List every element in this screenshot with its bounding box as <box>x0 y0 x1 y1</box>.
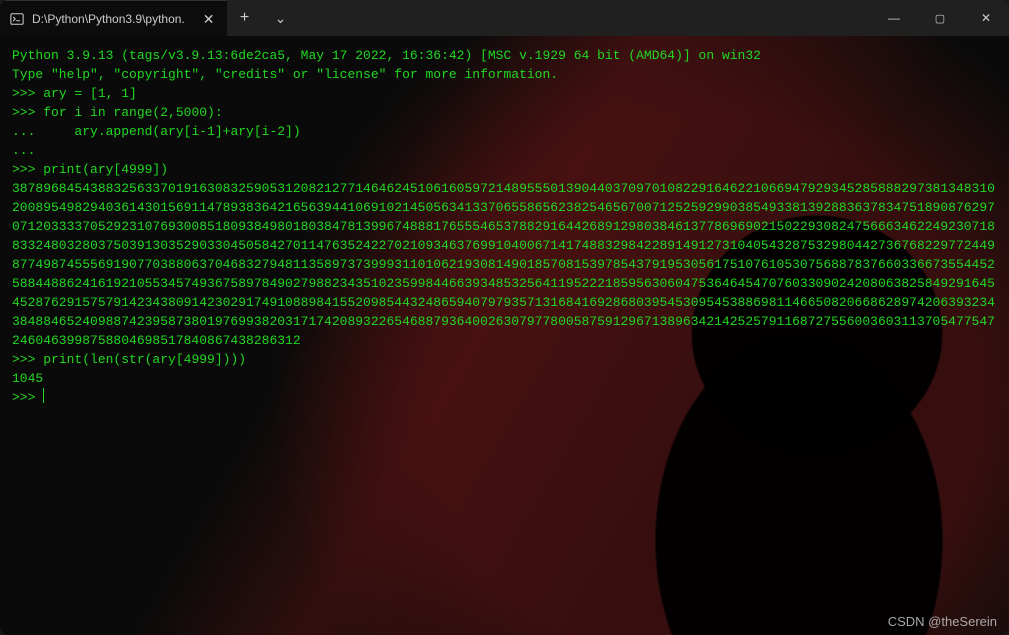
prompt: >>> <box>12 352 43 367</box>
minimize-button[interactable]: — <box>871 0 917 36</box>
new-tab-button[interactable]: + <box>227 0 263 36</box>
repl-input: print(len(str(ary[4999]))) <box>43 352 246 367</box>
repl-input: print(ary[4999]) <box>43 162 168 177</box>
titlebar-drag-region[interactable] <box>299 0 872 36</box>
close-icon: ✕ <box>981 11 991 25</box>
repl-input: ary = [1, 1] <box>43 86 137 101</box>
tab-active[interactable]: D:\Python\Python3.9\python. ✕ <box>0 0 227 36</box>
prompt-continuation: ... <box>12 143 43 158</box>
prompt: >>> <box>12 105 43 120</box>
titlebar: D:\Python\Python3.9\python. ✕ + ⌄ — ▢ ✕ <box>0 0 1009 36</box>
terminal-window: D:\Python\Python3.9\python. ✕ + ⌄ — ▢ ✕ … <box>0 0 1009 635</box>
maximize-icon: ▢ <box>935 12 945 25</box>
terminal-body: Python 3.9.13 (tags/v3.9.13:6de2ca5, May… <box>0 36 1009 635</box>
tab-close-button[interactable]: ✕ <box>201 10 217 28</box>
repl-output: 1045 <box>12 371 43 386</box>
tab-title: D:\Python\Python3.9\python. <box>32 12 185 26</box>
terminal-icon <box>10 12 24 26</box>
tab-dropdown-button[interactable]: ⌄ <box>263 0 299 36</box>
prompt: >>> <box>12 162 43 177</box>
watermark: CSDN @theSerein <box>888 614 997 629</box>
plus-icon: + <box>240 9 249 27</box>
window-controls: — ▢ ✕ <box>871 0 1009 36</box>
prompt-continuation: ... <box>12 124 43 139</box>
maximize-button[interactable]: ▢ <box>917 0 963 36</box>
prompt: >>> <box>12 86 43 101</box>
scrollbar-vertical[interactable] <box>1002 36 1008 635</box>
close-button[interactable]: ✕ <box>963 0 1009 36</box>
repl-input: ary.append(ary[i-1]+ary[i-2]) <box>43 124 300 139</box>
text-cursor <box>43 388 44 403</box>
chevron-down-icon: ⌄ <box>275 10 287 27</box>
repl-input: for i in range(2,5000): <box>43 105 222 120</box>
banner-line: Type "help", "copyright", "credits" or "… <box>12 67 558 82</box>
minimize-icon: — <box>888 11 900 25</box>
terminal-output[interactable]: Python 3.9.13 (tags/v3.9.13:6de2ca5, May… <box>0 36 1009 635</box>
repl-output: 3878968454388325633701916308325905312082… <box>12 181 995 348</box>
prompt: >>> <box>12 390 43 405</box>
banner-line: Python 3.9.13 (tags/v3.9.13:6de2ca5, May… <box>12 48 761 63</box>
